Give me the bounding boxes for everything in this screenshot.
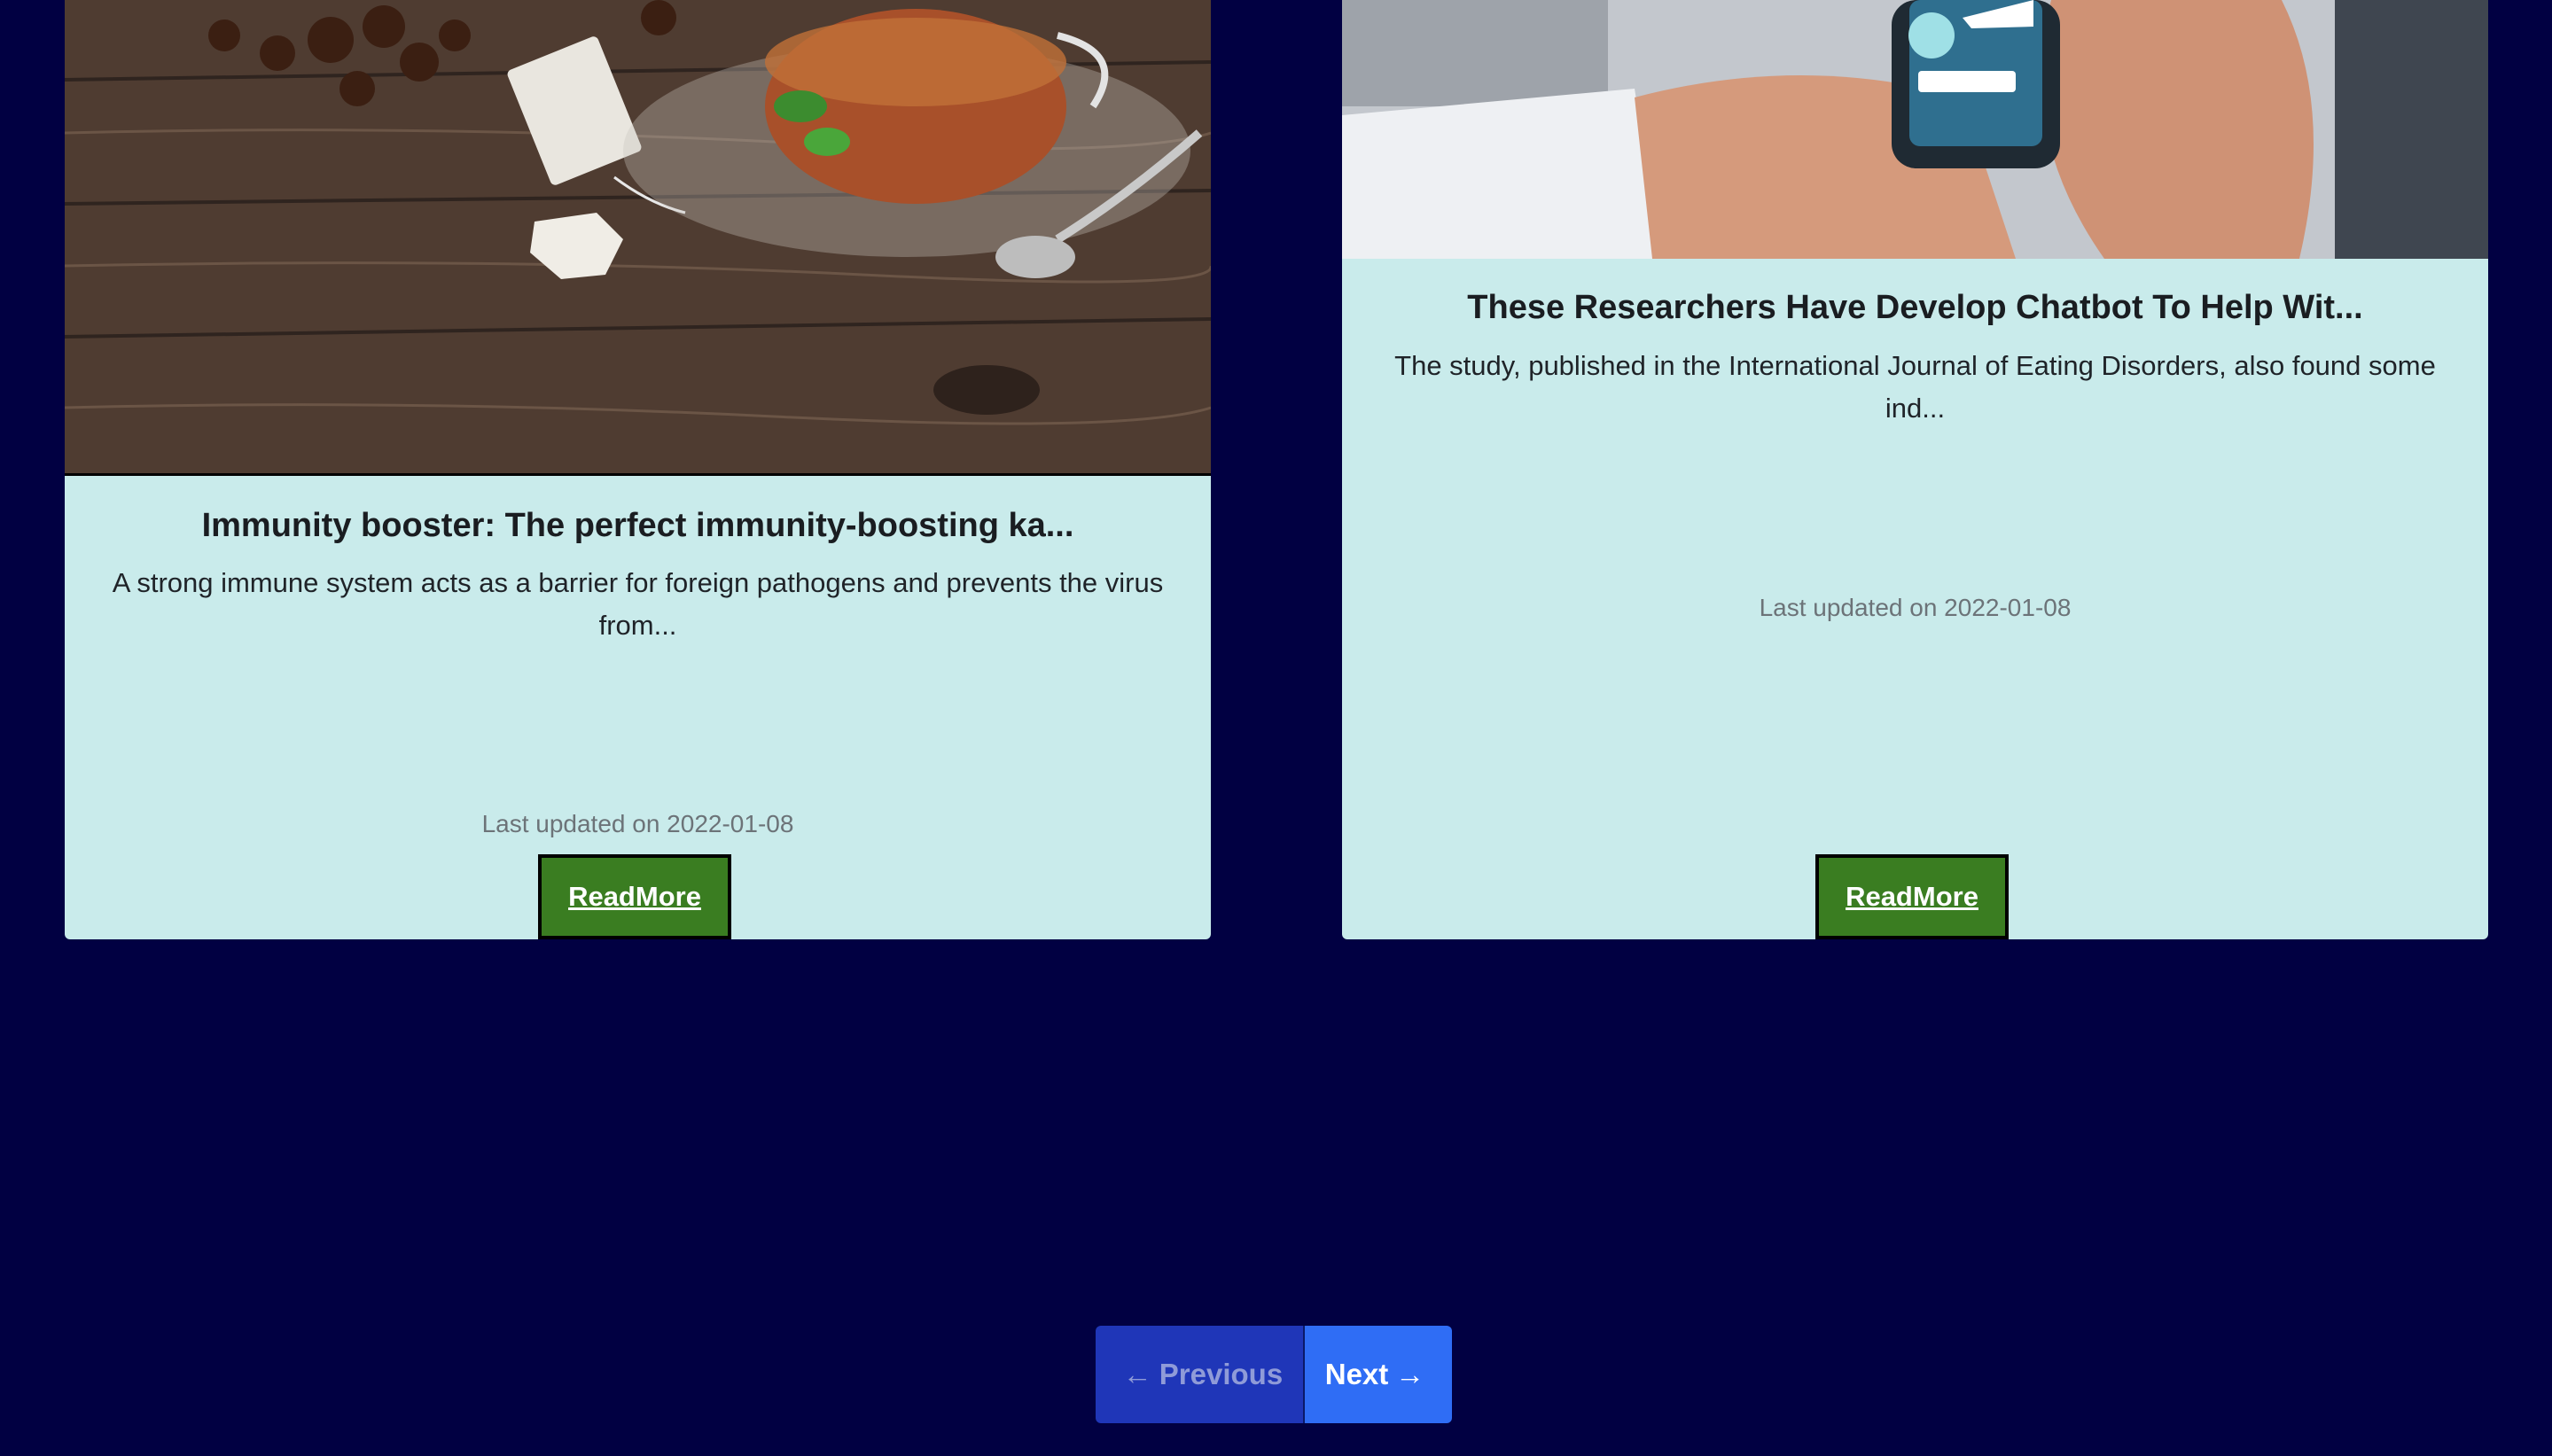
card-updated-date: Last updated on 2022-01-08 <box>481 810 794 837</box>
tea-photo <box>65 0 1211 473</box>
readmore-button[interactable]: ReadMore <box>538 854 731 939</box>
card-description: The study, published in the Internationa… <box>1394 350 2436 424</box>
chatbot-photo <box>1342 0 2488 259</box>
next-button[interactable]: Next → <box>1303 1326 1452 1423</box>
readmore-button[interactable]: ReadMore <box>1815 854 2009 939</box>
card-image-chatbot <box>1342 0 2488 259</box>
next-label: Next <box>1324 1358 1389 1390</box>
news-card: These Researchers Have Develop Chatbot T… <box>1342 0 2488 939</box>
card-image-tea <box>65 0 1211 476</box>
news-card: Immunity booster: The perfect immunity-b… <box>65 0 1211 939</box>
pagination: ← Previous Next → <box>1096 1326 1452 1423</box>
card-updated-date: Last updated on 2022-01-08 <box>1759 594 2072 621</box>
card-description: A strong immune system acts as a barrier… <box>112 567 1164 641</box>
card-title: Immunity booster: The perfect immunity-b… <box>201 507 1074 544</box>
card-title: These Researchers Have Develop Chatbot T… <box>1467 289 2363 326</box>
previous-button[interactable]: ← Previous <box>1096 1326 1303 1423</box>
arrow-left-icon: ← <box>1122 1358 1152 1390</box>
arrow-right-icon: → <box>1395 1358 1425 1390</box>
previous-label: Previous <box>1159 1358 1284 1390</box>
